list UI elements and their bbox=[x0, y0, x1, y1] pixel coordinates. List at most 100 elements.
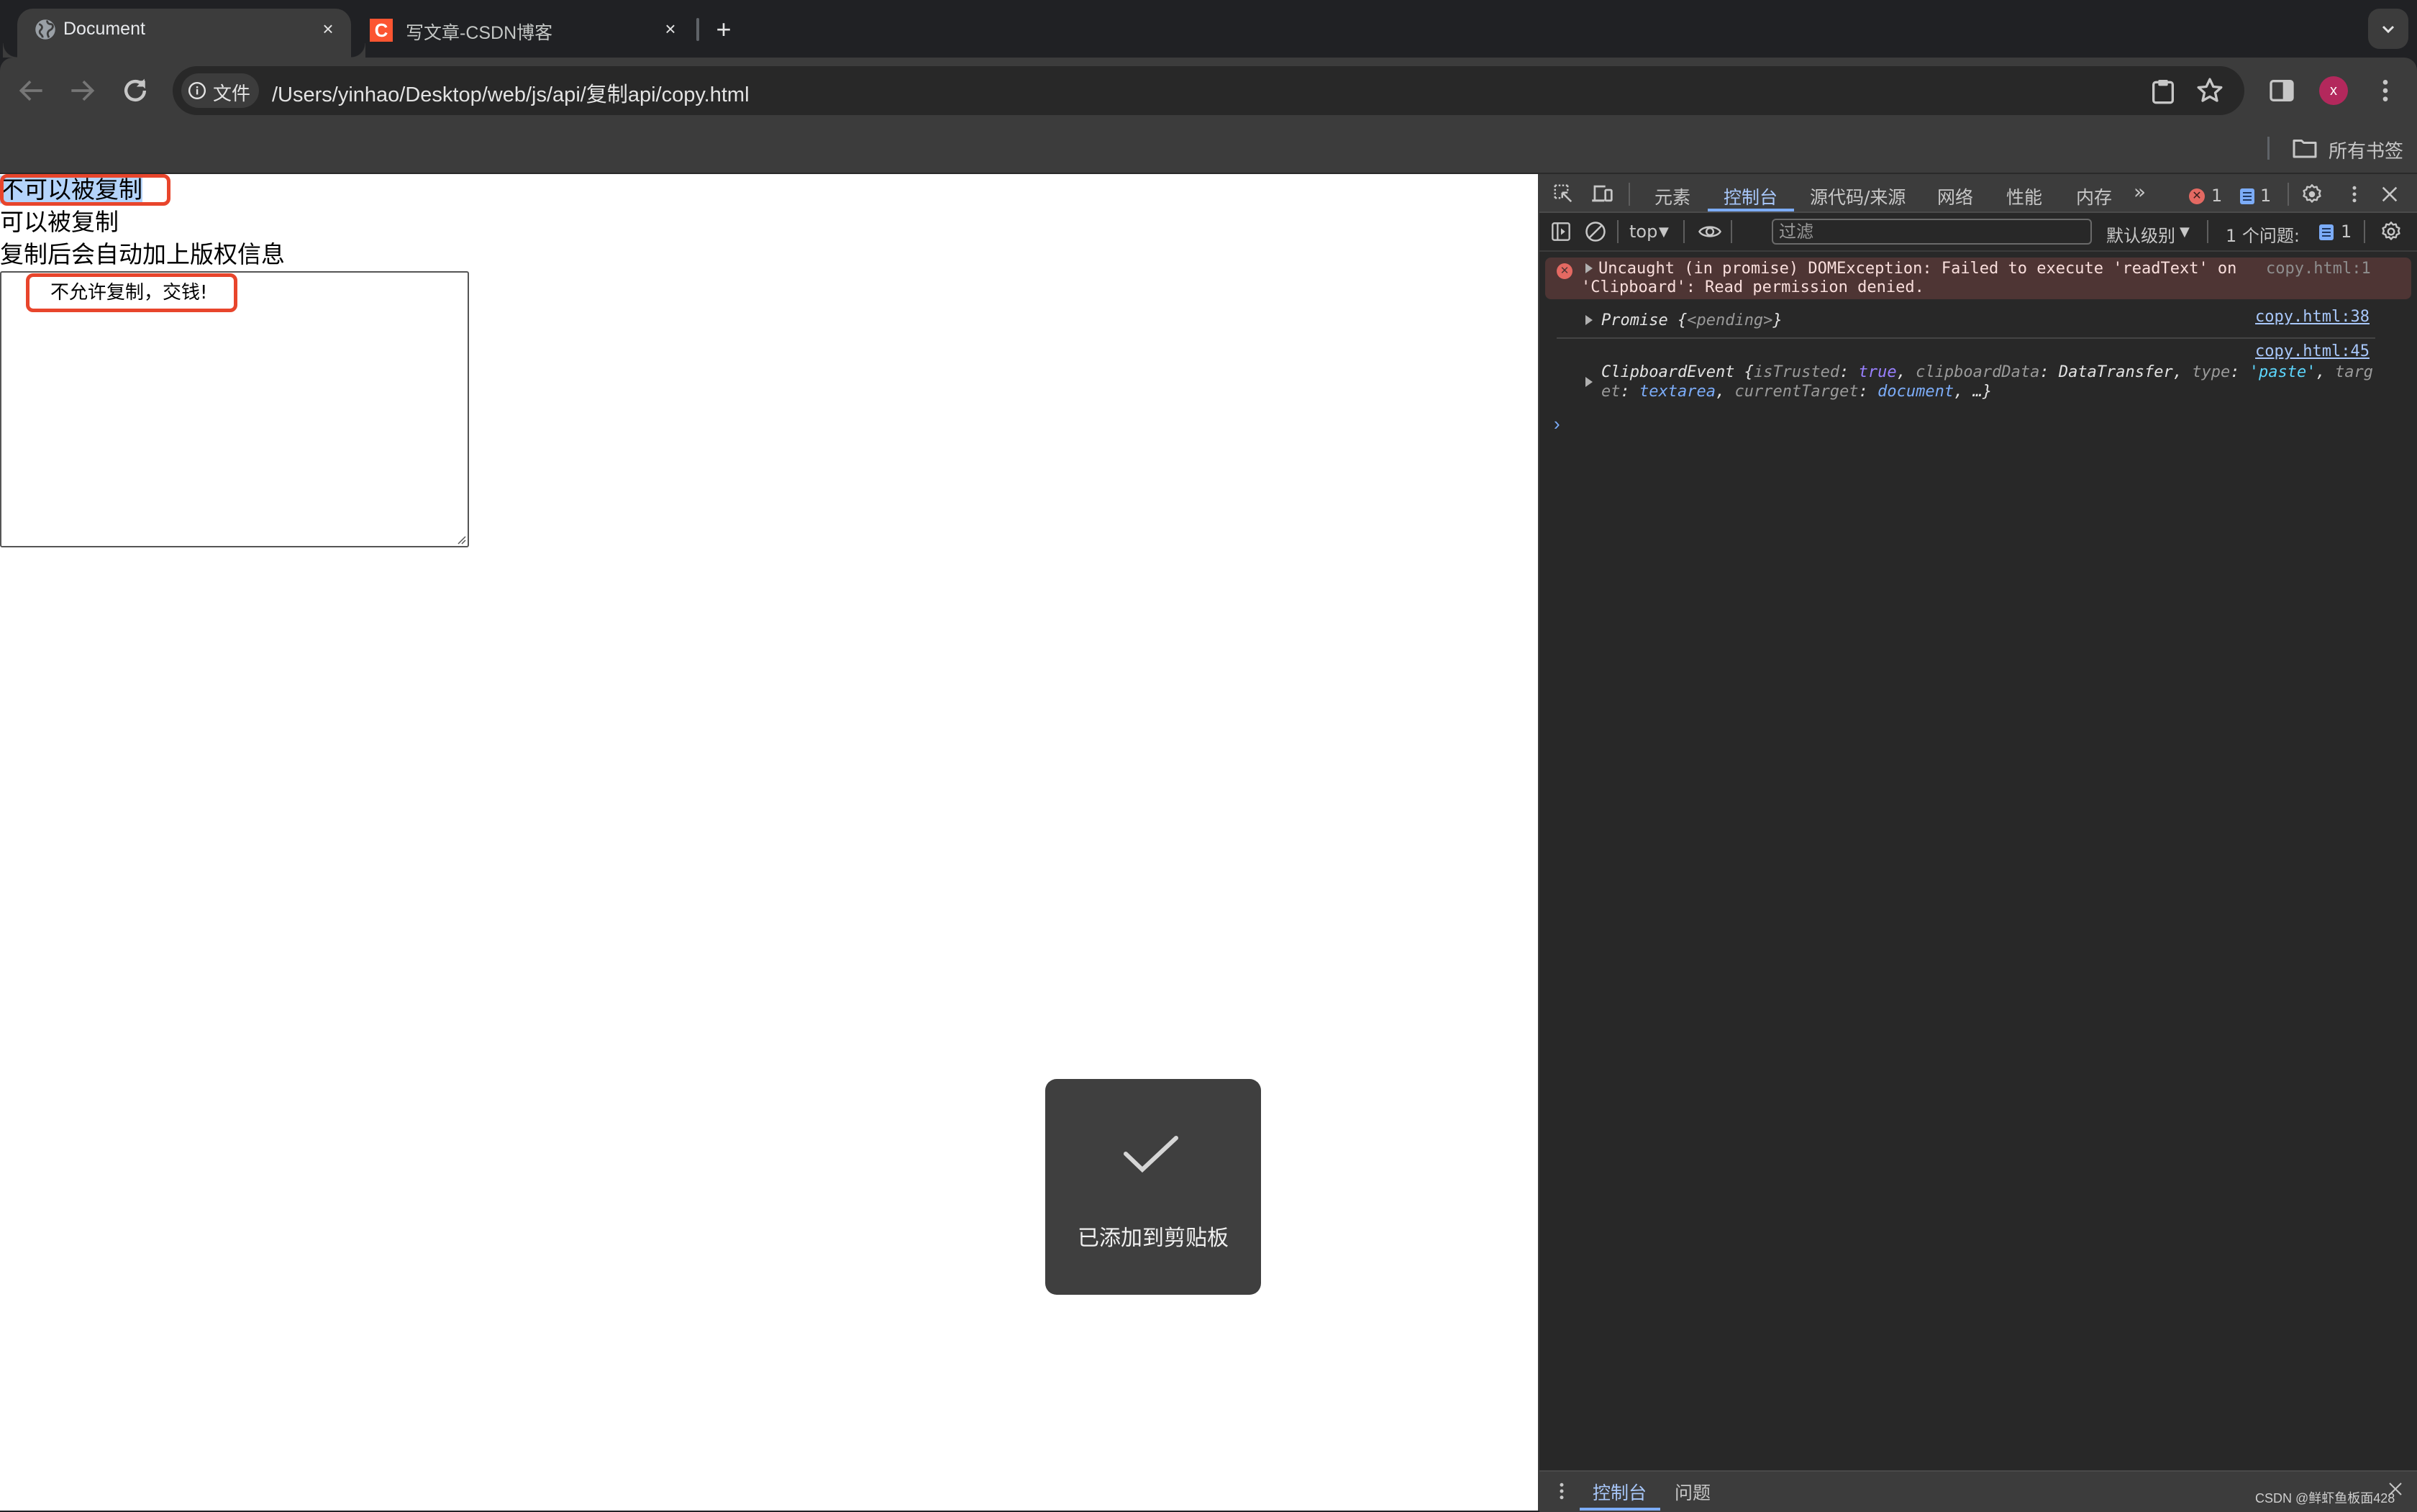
drawer-tab-console[interactable]: 控制台 bbox=[1593, 1479, 1647, 1505]
prop-value: document bbox=[1877, 383, 1954, 401]
profile-avatar[interactable]: x bbox=[2319, 76, 2348, 105]
context-dropdown-icon[interactable]: ▼ bbox=[1659, 224, 1669, 240]
sidebar-toggle-icon[interactable] bbox=[1551, 221, 1571, 242]
forward-arrow-icon[interactable] bbox=[66, 75, 98, 106]
toolbar-separator bbox=[1683, 220, 1685, 243]
context-selector[interactable]: top bbox=[1629, 222, 1657, 242]
browser-menu-icon[interactable] bbox=[2371, 76, 2400, 105]
tab-elements[interactable]: 元素 bbox=[1654, 183, 1690, 209]
folder-icon bbox=[2293, 140, 2317, 158]
clipboard-icon[interactable] bbox=[2149, 76, 2177, 105]
tab-memory[interactable]: 内存 bbox=[2076, 183, 2112, 209]
tab-document[interactable]: Document × bbox=[17, 9, 351, 58]
log-level-selector[interactable]: 默认级别 bbox=[2106, 222, 2175, 247]
watermark: CSDN @鲜虾鱼板面428 bbox=[2255, 1491, 2395, 1506]
prop-key: currentTarget bbox=[1734, 383, 1859, 401]
prop-key: isTrusted bbox=[1753, 363, 1840, 381]
console-promise-entry[interactable]: Promise {<pending>} bbox=[1601, 311, 1783, 329]
tab-separator bbox=[696, 18, 699, 41]
chevron-down-icon bbox=[2382, 25, 2395, 34]
tab-network[interactable]: 网络 bbox=[1937, 183, 1973, 209]
url-text[interactable]: /Users/yinhao/Desktop/web/js/api/复制api/c… bbox=[272, 78, 750, 108]
checkmark-icon bbox=[1124, 1136, 1178, 1173]
log-level-dropdown-icon[interactable]: ▼ bbox=[2180, 224, 2190, 240]
console-clipboard-event-entry[interactable]: ClipboardEvent {isTrusted: true, clipboa… bbox=[1601, 363, 2373, 401]
paste-textarea[interactable] bbox=[0, 271, 469, 547]
ellipsis: …} bbox=[1972, 383, 1993, 401]
drawer-menu-icon[interactable] bbox=[1554, 1480, 1570, 1502]
side-panel-icon[interactable] bbox=[2267, 76, 2296, 105]
settings-gear-icon[interactable] bbox=[2300, 183, 2323, 206]
issues-label[interactable]: 1 个问题: bbox=[2226, 222, 2300, 247]
more-tabs-button[interactable]: » bbox=[2134, 180, 2146, 204]
tab-title: Document bbox=[63, 19, 145, 39]
expand-caret-icon[interactable] bbox=[1585, 377, 1593, 387]
message-count[interactable]: 1 bbox=[2260, 186, 2271, 206]
globe-icon bbox=[35, 19, 55, 40]
brace: { bbox=[1667, 311, 1688, 329]
site-info-label: 文件 bbox=[213, 83, 251, 104]
tab-performance[interactable]: 性能 bbox=[2006, 183, 2042, 209]
prop-value: DataTransfer bbox=[2058, 363, 2173, 381]
toolbar-separator bbox=[2207, 220, 2208, 243]
tab-console[interactable]: 控制台 bbox=[1724, 183, 1778, 209]
tab-title: 写文章-CSDN博客 bbox=[406, 23, 553, 43]
tab-csdn[interactable]: C 写文章-CSDN博客 × bbox=[351, 9, 696, 58]
drawer-active-indicator bbox=[1580, 1508, 1660, 1511]
source-link[interactable]: copy.html:38 bbox=[2255, 308, 2370, 326]
back-arrow-icon[interactable] bbox=[16, 75, 47, 106]
toolbar-separator bbox=[2364, 220, 2365, 243]
issues-icon[interactable] bbox=[2319, 224, 2334, 240]
promise-state: <pending> bbox=[1687, 311, 1773, 329]
toast-message: 已添加到剪贴板 bbox=[1078, 1226, 1229, 1251]
drawer-tab-issues[interactable]: 问题 bbox=[1675, 1479, 1711, 1505]
brace: } bbox=[1772, 311, 1783, 329]
expand-caret-icon[interactable] bbox=[1585, 315, 1593, 325]
object-name: Promise bbox=[1601, 311, 1668, 329]
annotation-box bbox=[26, 273, 237, 312]
error-count[interactable]: 1 bbox=[2211, 186, 2222, 206]
tab-search-button[interactable] bbox=[2368, 9, 2408, 49]
all-bookmarks-button[interactable]: 所有书签 bbox=[2329, 137, 2403, 163]
reload-icon[interactable] bbox=[119, 75, 151, 106]
prop-key: type bbox=[2192, 363, 2231, 381]
prop-key: et bbox=[1601, 383, 1621, 401]
clear-console-icon[interactable] bbox=[1585, 221, 1606, 242]
clipboard-toast bbox=[1045, 1079, 1261, 1295]
bookmark-bar-separator bbox=[2267, 137, 2270, 160]
error-icon: ✕ bbox=[1557, 263, 1572, 279]
prop-value: true bbox=[1858, 363, 1897, 381]
message-separator bbox=[1557, 337, 2375, 339]
console-prompt[interactable]: › bbox=[1554, 413, 1560, 435]
close-tab-icon[interactable]: × bbox=[659, 17, 682, 40]
console-settings-gear-icon[interactable] bbox=[2380, 220, 2403, 243]
message-count-icon[interactable] bbox=[2240, 188, 2254, 204]
copyable-text[interactable]: 可以被复制 bbox=[0, 206, 119, 238]
copyright-text[interactable]: 复制后会自动加上版权信息 bbox=[0, 239, 285, 270]
issues-count[interactable]: 1 bbox=[2341, 222, 2352, 242]
tab-sources[interactable]: 源代码/来源 bbox=[1810, 183, 1906, 209]
live-expression-eye-icon[interactable] bbox=[1698, 222, 1722, 242]
toolbar-separator bbox=[2288, 183, 2289, 206]
prop-key: clipboardData bbox=[1916, 363, 2040, 381]
console-filter-input[interactable]: 过滤 bbox=[1772, 219, 2092, 245]
toolbar-separator bbox=[1731, 220, 1732, 243]
error-source-link[interactable]: copy.html:1 bbox=[2266, 260, 2371, 278]
error-text-line1: Uncaught (in promise) DOMException: Fail… bbox=[1598, 260, 2237, 278]
device-toolbar-icon[interactable] bbox=[1591, 183, 1614, 204]
bookmark-star-icon[interactable] bbox=[2195, 76, 2224, 105]
expand-caret-icon[interactable] bbox=[1585, 263, 1593, 273]
error-count-icon[interactable]: ✕ bbox=[2189, 188, 2205, 204]
toolbar-separator bbox=[1617, 220, 1619, 243]
error-text-line2: 'Clipboard': Read permission denied. bbox=[1581, 278, 1924, 296]
annotation-box bbox=[0, 174, 170, 206]
close-tab-icon[interactable]: × bbox=[317, 17, 340, 40]
prop-key: targ bbox=[2334, 363, 2373, 381]
new-tab-button[interactable]: + bbox=[709, 16, 738, 45]
devtools-menu-icon[interactable] bbox=[2344, 183, 2365, 206]
close-devtools-icon[interactable] bbox=[2380, 184, 2400, 204]
resize-handle-icon[interactable] bbox=[456, 534, 466, 545]
inspect-element-icon[interactable] bbox=[1552, 183, 1574, 204]
csdn-icon: C bbox=[370, 19, 393, 42]
source-link[interactable]: copy.html:45 bbox=[2255, 342, 2370, 360]
